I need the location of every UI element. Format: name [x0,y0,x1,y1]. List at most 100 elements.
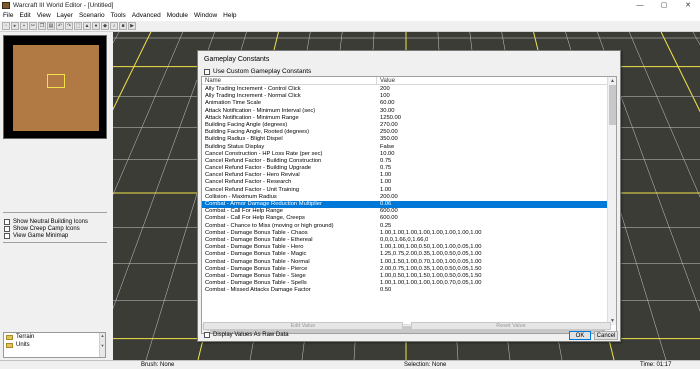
ok-button[interactable]: OK [569,331,591,340]
table-row[interactable]: Combat - Damage Bonus Table - Hero 1.00,1… [202,244,609,251]
palette-item-units[interactable]: Units [4,341,105,349]
show-neutral-building-icons-option[interactable]: Show Neutral Building Icons [4,219,88,225]
cut-icon[interactable]: ✂ [29,22,37,30]
redo-icon[interactable]: ↷ [65,22,73,30]
table-row[interactable]: Combat - Damage Bonus Table - Ethereal 0,… [202,237,609,244]
table-row[interactable]: Ally Trading Increment - Normal Click 100 [202,93,609,100]
table-row[interactable]: Combat - Damage Bonus Table - Chaos 1.00,… [202,230,609,237]
column-header-name[interactable]: Name [202,77,377,85]
constant-value: 1.00 [380,172,392,179]
paste-icon[interactable]: ▤ [47,22,55,30]
minimize-icon[interactable]: — [628,0,652,11]
table-row[interactable]: Cancel Refund Factor - Building Upgrade 0… [202,165,609,172]
close-icon[interactable]: ✕ [676,0,700,11]
table-row[interactable]: Combat - Armor Damage Reduction Multipli… [202,201,609,209]
table-row[interactable]: Combat - Missed Attacks Damage Factor 0.5… [202,287,609,294]
edit-value-button[interactable]: Edit Value [203,322,403,330]
table-row[interactable]: Cancel Refund Factor - Building Construc… [202,158,609,165]
undo-icon[interactable]: ↶ [56,22,64,30]
sound-editor-icon[interactable]: ♪ [110,22,118,30]
new-map-icon[interactable]: ▫ [2,22,10,30]
menu-layer[interactable]: Layer [54,11,76,21]
constants-list[interactable]: Name Value Ally Trading Increment - Cont… [201,76,617,334]
constant-name: Cancel Refund Factor - Unit Training [205,186,300,193]
window-title: Warcraft III World Editor - [Untitled] [13,2,114,9]
checkbox-icon[interactable] [4,226,10,232]
cancel-button[interactable]: Cancel [594,331,618,340]
table-row[interactable]: Combat - Damage Bonus Table - Magic 1.25,… [202,251,609,258]
table-row[interactable]: Collision - Maximum Radius 200.00 [202,194,609,201]
menu-bar: File Edit View Layer Scenario Tools Adva… [0,11,700,21]
constant-name: Animation Time Scale [205,100,262,107]
table-row[interactable]: Building Facing Angle (degrees) 270.00 [202,122,609,129]
menu-edit[interactable]: Edit [16,11,33,21]
table-row[interactable]: Combat - Chance to Miss (moving or high … [202,223,609,230]
table-row[interactable]: Cancel Refund Factor - Unit Training 1.00 [202,187,609,194]
checkbox-icon[interactable] [204,68,210,75]
table-row[interactable]: Cancel Refund Factor - Hero Revival 1.00 [202,172,609,179]
grid-line [692,32,700,46]
constant-value: 1.00,0.50,1.00,1.50,1.00,0.50,0.05,1.50 [380,272,482,279]
table-row[interactable]: Cancel Refund Factor - Research 1.00 [202,179,609,186]
view-game-minimap-option[interactable]: View Game Minimap [4,233,68,239]
constant-value: 10.00 [380,150,395,157]
minimap[interactable] [3,35,107,139]
save-map-icon[interactable]: ▪ [20,22,28,30]
menu-scenario[interactable]: Scenario [76,11,108,21]
panel-divider [3,212,107,213]
constant-name: Combat - Damage Bonus Table - Chaos [205,229,308,236]
checkbox-icon[interactable] [204,332,210,338]
raw-data-label: Display Values As Raw Data [213,332,289,338]
unit-editor-icon[interactable]: ● [92,22,100,30]
terrain-editor-icon[interactable]: ▲ [83,22,91,30]
menu-window[interactable]: Window [191,11,220,21]
constant-name: Combat - Damage Bonus Table - Pierce [205,265,308,272]
table-row[interactable]: Building Radius - Blight Dispel 350.00 [202,136,609,143]
menu-tools[interactable]: Tools [108,11,129,21]
menu-view[interactable]: View [34,11,54,21]
copy-icon[interactable]: ❐ [38,22,46,30]
palette-item-terrain[interactable]: Terrain [4,333,105,341]
checkbox-icon[interactable] [4,219,10,225]
constant-value: 1.00,1.00,1.00,1.00,1.00,0.70,0.05,1.00 [380,280,482,287]
constant-value: 0.50 [380,287,392,294]
constant-value: 0.75 [380,165,392,172]
table-row[interactable]: Combat - Damage Bonus Table - Spells 1.00… [202,280,609,287]
table-row[interactable]: Attack Notification - Minimum Interval (… [202,108,609,115]
test-map-icon[interactable]: ▶ [128,22,136,30]
scroll-up-icon[interactable]: ▲ [608,77,616,85]
table-row[interactable]: Ally Trading Increment - Control Click 20… [202,86,609,93]
table-row[interactable]: Building Status Display False [202,144,609,151]
table-row[interactable]: Combat - Damage Bonus Table - Normal 1.00… [202,259,609,266]
display-raw-data-option[interactable]: Display Values As Raw Data [204,332,289,338]
vertical-scrollbar[interactable]: ▲ ▼ [607,77,616,325]
menu-help[interactable]: Help [220,11,239,21]
object-editor-icon[interactable]: ■ [119,22,127,30]
table-row[interactable]: Combat - Call For Help Range, Creeps 600.… [202,215,609,222]
checkbox-icon[interactable] [4,233,10,239]
table-row[interactable]: Combat - Damage Bonus Table - Siege 1.00,… [202,273,609,280]
maximize-icon[interactable]: ▢ [652,0,676,11]
trigger-editor-icon[interactable]: ◆ [101,22,109,30]
table-row[interactable]: Combat - Call For Help Range 600.00 [202,208,609,215]
menu-advanced[interactable]: Advanced [129,11,164,21]
table-row[interactable]: Combat - Damage Bonus Table - Pierce 2.00… [202,266,609,273]
scroll-thumb[interactable] [609,85,616,125]
open-map-icon[interactable]: ▸ [11,22,19,30]
show-creep-camp-icons-option[interactable]: Show Creep Camp Icons [4,226,80,232]
table-row[interactable]: Building Facing Angle, Rooted (degrees) 2… [202,129,609,136]
palette-item-label: Units [16,342,30,348]
menu-module[interactable]: Module [164,11,191,21]
reset-value-button[interactable]: Reset Value [411,322,611,330]
palette-tree[interactable]: Terrain Units ▲ ▼ [3,332,106,358]
column-header-value[interactable]: Value [377,77,395,85]
use-custom-constants-option[interactable]: Use Custom Gameplay Constants [204,68,311,75]
table-row[interactable]: Cancel Construction - HP Loss Rate (per … [202,151,609,158]
select-icon[interactable]: ⬚ [74,22,82,30]
menu-file[interactable]: File [0,11,16,21]
palette-scrollbar[interactable]: ▲ ▼ [99,333,105,357]
constant-value: False [380,143,395,150]
constant-name: Building Facing Angle (degrees) [205,121,288,128]
table-row[interactable]: Attack Notification - Minimum Range 1250.… [202,115,609,122]
table-row[interactable]: Animation Time Scale 60.00 [202,100,609,107]
